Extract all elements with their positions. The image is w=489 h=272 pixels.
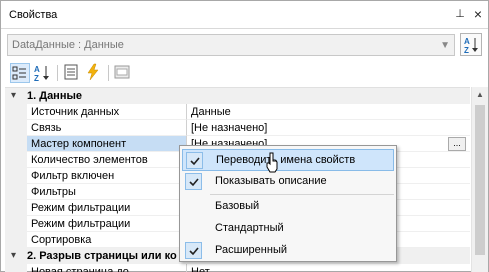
property-name[interactable]: Фильтры [27,184,187,200]
context-menu-item-label: Расширенный [215,244,287,256]
events-view-button[interactable] [84,63,104,83]
context-menu-item[interactable]: Расширенный [182,240,394,262]
svg-text:Z: Z [464,46,469,55]
checkmark-icon [185,242,202,259]
checkmark-icon [185,173,202,190]
row-gutter [5,136,27,152]
sort-az-icon: A Z [34,65,49,83]
property-row[interactable]: Новая страница до Нет [5,264,470,272]
context-menu-item[interactable]: Стандартный [182,218,394,240]
row-gutter [5,216,27,232]
row-gutter [5,200,27,216]
category-row[interactable]: ▾ 1. Данные [5,88,470,104]
svg-text:A: A [34,65,40,74]
row-gutter [5,264,27,272]
property-row[interactable]: Источник данных Данные [5,104,470,120]
close-icon[interactable]: × [471,7,485,21]
vertical-scrollbar[interactable]: ▲ [471,87,488,272]
lightning-icon [87,63,99,81]
context-menu: Переводить имена свойств Показывать описа… [179,145,397,262]
checkmark-icon [186,152,203,169]
panel-toolbar: A Z [1,60,488,86]
svg-text:A: A [464,37,470,46]
panel-title: Свойства [9,9,58,21]
context-menu-item[interactable]: Показывать описание [182,171,394,193]
object-selector-value: DataДанные : Данные [12,39,124,51]
chevron-down-icon[interactable]: ▼ [440,40,450,51]
row-gutter [5,232,27,248]
property-name[interactable]: Новая страница до [27,264,187,272]
properties-view-button[interactable] [62,63,82,83]
object-selector[interactable]: DataДанные : Данные ▼ [7,34,455,56]
context-menu-item[interactable]: Переводить имена свойств [182,149,394,171]
property-name[interactable]: Фильтр включен [27,168,187,184]
property-value[interactable]: Данные [187,104,470,120]
category-label: 1. Данные [27,90,82,102]
property-value[interactable]: [Не назначено] [187,120,470,136]
property-name[interactable]: Режим фильтрации [27,216,187,232]
pin-icon[interactable]: ⊥ [453,7,467,21]
context-menu-item-label: Переводить имена свойств [216,154,356,166]
row-gutter [5,104,27,120]
property-name[interactable]: Связь [27,120,187,136]
svg-text:Z: Z [34,74,39,83]
context-menu-item-label: Стандартный [215,222,284,234]
mouse-cursor-icon [266,152,278,173]
toolbar-separator [57,65,58,81]
context-menu-item-label: Базовый [215,200,260,212]
property-name[interactable]: Количество элементов [27,152,187,168]
row-gutter [5,168,27,184]
property-name[interactable]: Источник данных [27,104,187,120]
sort-az-icon: A Z [464,37,478,55]
panel-titlebar: Свойства ⊥ × [1,1,488,29]
scroll-up-icon[interactable]: ▲ [472,87,488,103]
property-pages-button[interactable] [113,63,133,83]
property-name[interactable]: Сортировка [27,232,187,248]
context-menu-item-label: Показывать описание [215,175,327,187]
categorized-view-button[interactable] [10,63,30,83]
property-row[interactable]: Связь [Не назначено] [5,120,470,136]
scroll-thumb[interactable] [475,105,485,255]
row-gutter [5,120,27,136]
chevron-down-icon[interactable]: ▾ [11,248,16,264]
context-menu-item[interactable]: Базовый [182,196,394,218]
row-gutter [5,184,27,200]
toolbar-separator [108,65,109,81]
menu-separator [210,194,394,195]
alphabetical-view-button[interactable]: A Z [32,63,52,83]
category-label: 2. Разрыв страницы или ко [27,250,177,262]
property-name[interactable]: Режим фильтрации [27,200,187,216]
property-pages-icon [114,65,130,79]
property-name[interactable]: Мастер компонент [27,136,187,152]
sort-az-button[interactable]: A Z [460,33,482,56]
row-gutter [5,152,27,168]
property-value[interactable]: Нет [187,264,470,272]
ellipsis-button[interactable]: ... [448,137,466,151]
chevron-down-icon[interactable]: ▾ [11,88,16,104]
properties-list-icon [64,64,78,80]
categorized-icon [12,66,26,80]
